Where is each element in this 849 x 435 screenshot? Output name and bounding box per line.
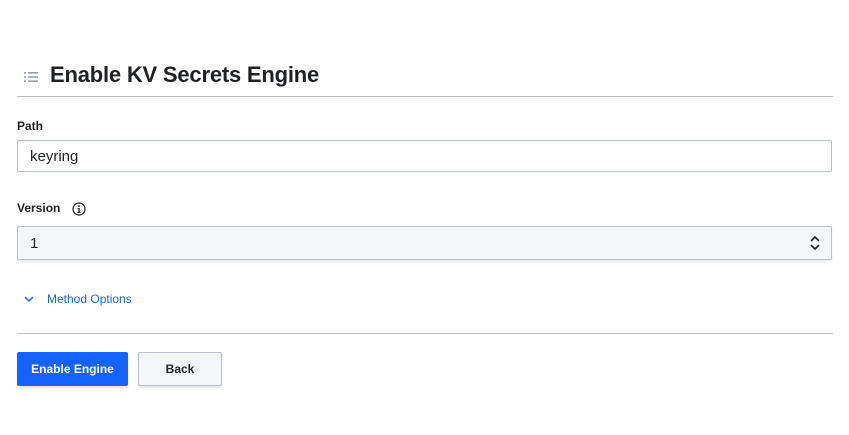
chevron-down-icon (24, 296, 34, 302)
page-title: Enable KV Secrets Engine (50, 62, 320, 87)
path-input[interactable] (17, 140, 832, 172)
page-header: Enable KV Secrets Engine (17, 60, 833, 97)
method-options-toggle[interactable]: Method Options (24, 291, 132, 307)
version-select-value: 1 (30, 235, 39, 252)
path-label: Path (17, 119, 44, 133)
version-select[interactable]: 1 (17, 226, 832, 260)
info-icon[interactable] (72, 202, 86, 216)
enable-secrets-engine-page: Enable KV Secrets Engine Path Version 1 … (0, 0, 849, 435)
method-options-label: Method Options (47, 292, 132, 306)
list-icon (24, 72, 38, 82)
version-label: Version (17, 201, 61, 215)
enable-engine-button[interactable]: Enable Engine (17, 352, 128, 386)
chevron-up-down-icon (810, 236, 820, 250)
back-button[interactable]: Back (138, 352, 222, 386)
form-divider (17, 333, 833, 334)
